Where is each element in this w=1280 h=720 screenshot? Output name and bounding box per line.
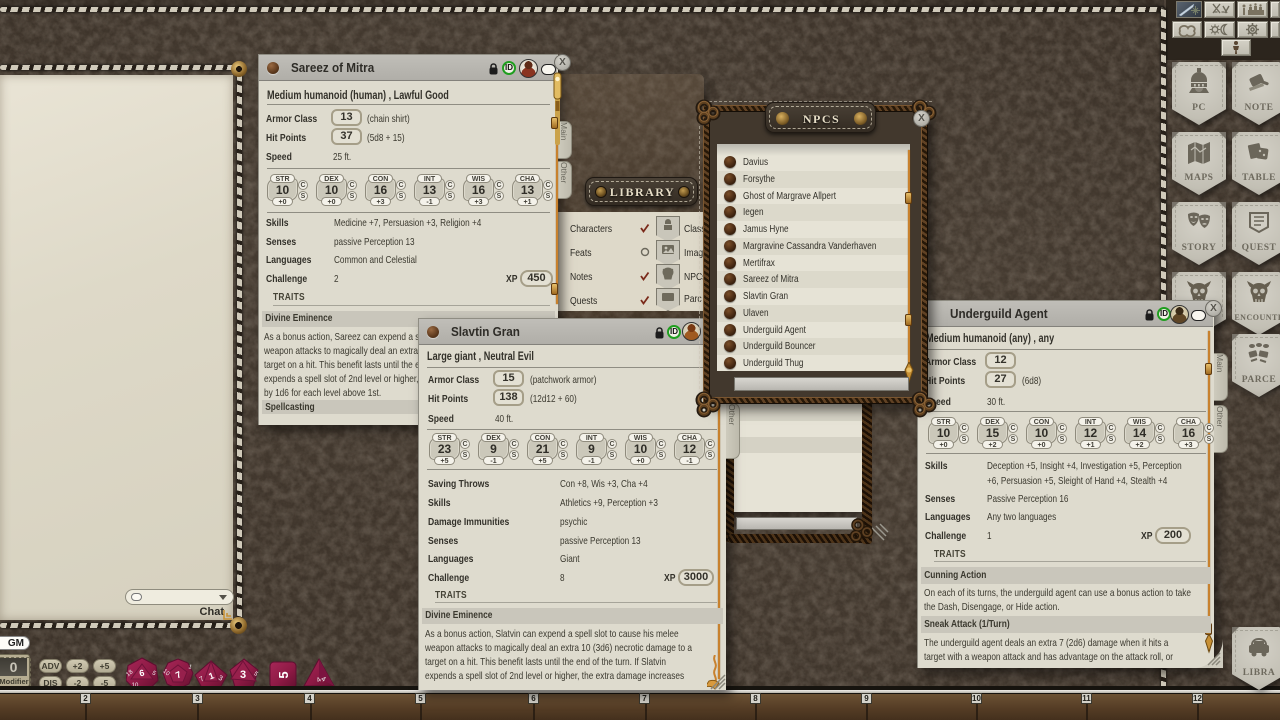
svg-text:5: 5 [276,671,291,678]
svg-text:1: 1 [187,664,193,671]
svg-text:3: 3 [240,669,246,681]
